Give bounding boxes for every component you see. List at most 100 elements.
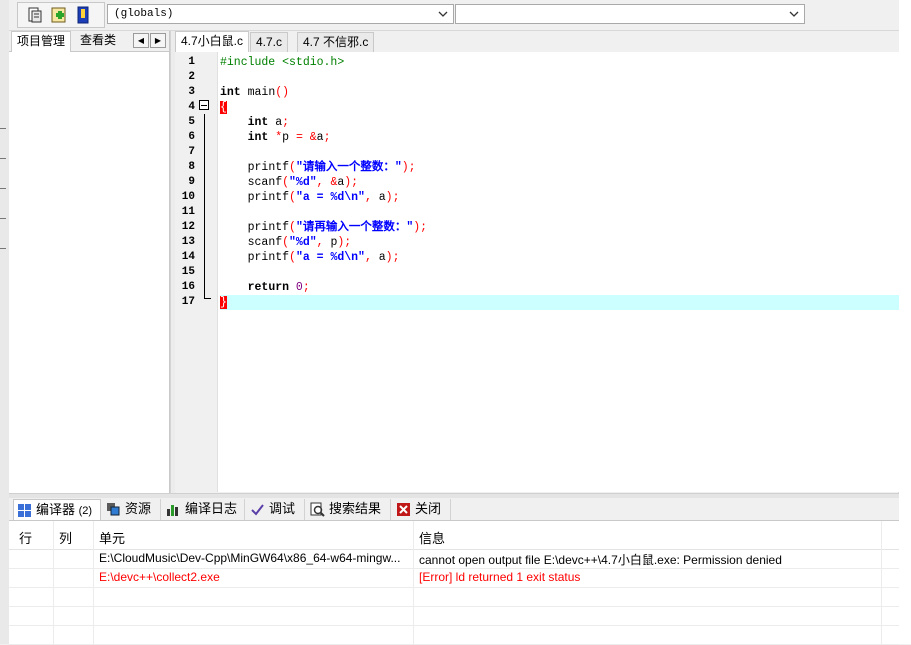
line-number: 14 (181, 251, 195, 263)
chevron-down-icon (789, 11, 799, 17)
tab-label: 4.7.c (256, 35, 283, 49)
cell-unit: E:\CloudMusic\Dev-Cpp\MinGW64\x86_64-w64… (99, 551, 401, 565)
project-tree[interactable] (9, 52, 168, 495)
tab-close[interactable]: 关闭 (393, 499, 451, 520)
tab-label: 关闭 (415, 501, 442, 516)
table-row[interactable]: E:\devc++\collect2.exe [Error] ld return… (9, 568, 899, 588)
code-token: 0 (289, 281, 303, 294)
code-token: scanf (247, 236, 283, 249)
code-token: , (364, 251, 379, 264)
tab-label: 调试 (269, 501, 296, 516)
scope-combo[interactable]: (globals) (107, 4, 454, 24)
code-line: int *p = &a; (220, 130, 899, 145)
code-token: ( (282, 176, 290, 189)
tab-debug[interactable]: 调试 (247, 499, 305, 520)
close-icon (397, 503, 410, 516)
code-token: int (247, 116, 269, 129)
code-token: ( (289, 221, 296, 234)
tab-label: 编译日志 (185, 501, 238, 516)
code-token: "a = %d\n" (295, 251, 365, 264)
line-number: 7 (188, 146, 195, 158)
fold-line (204, 114, 205, 298)
code-line-current: } (220, 295, 899, 310)
code-token: ( (289, 191, 296, 204)
line-number: 6 (188, 131, 195, 143)
toolbar-button-group (17, 2, 105, 28)
table-row[interactable]: E:\CloudMusic\Dev-Cpp\MinGW64\x86_64-w64… (9, 549, 899, 569)
column-header-message[interactable]: 信息 (419, 528, 445, 547)
code-token: ); (401, 161, 416, 174)
tab-scroll-left-button[interactable]: ◀ (133, 33, 149, 48)
line-number: 10 (181, 191, 195, 203)
code-editor[interactable]: 1 2 3 4 5 6 7 8 9 10 11 12 13 14 15 16 1… (175, 52, 899, 492)
insert-code-icon[interactable] (50, 6, 68, 24)
tab-class-view[interactable]: 查看类 (75, 31, 121, 51)
column-header-line[interactable]: 行 (19, 528, 32, 547)
tab-search-results[interactable]: 搜索结果 (307, 499, 391, 520)
cell-message: [Error] ld returned 1 exit status (419, 570, 581, 584)
code-token: ( (289, 251, 296, 264)
code-token: a (316, 131, 324, 144)
tab-resources[interactable]: 资源 (103, 499, 161, 520)
code-line: { (220, 100, 899, 115)
code-token: a (268, 116, 283, 129)
line-number: 15 (181, 266, 195, 278)
code-line: int main() (220, 85, 899, 100)
code-token: main (240, 86, 276, 99)
table-header: 行 列 单元 信息 (9, 521, 899, 550)
bookmark-icon[interactable] (74, 6, 92, 24)
code-token: ); (344, 176, 359, 189)
code-token: ( (289, 161, 296, 174)
code-token: a (378, 191, 386, 204)
tab-scroll-right-button[interactable]: ▶ (150, 33, 166, 48)
fold-collapse-icon[interactable] (199, 100, 209, 110)
line-number: 4 (188, 101, 195, 113)
check-icon (251, 504, 264, 516)
code-line: printf("a = %d\n", a); (220, 250, 899, 265)
code-line: #include <stdio.h> (220, 55, 899, 70)
tab-compiler[interactable]: 编译器 (2) (13, 499, 101, 520)
code-line: return 0; (220, 280, 899, 295)
code-token: ; (323, 131, 331, 144)
background-mark (0, 188, 6, 189)
line-number: 9 (188, 176, 195, 188)
fold-line-end (204, 298, 211, 299)
tab-file-main[interactable]: 4.7小白鼠.c (175, 31, 250, 53)
compiler-messages-table[interactable]: 行 列 单元 信息 E:\CloudMusic\Dev-Cpp\MinGW64\… (9, 521, 899, 645)
code-token: "%d" (289, 236, 317, 249)
class-browser-icon[interactable] (26, 6, 44, 24)
line-number: 1 (188, 56, 195, 68)
line-number: 17 (181, 296, 195, 308)
grid-icon (18, 504, 31, 517)
background-mark (0, 248, 6, 249)
code-token: ); (385, 191, 400, 204)
tab-label: 编译器 (36, 502, 76, 517)
bottom-panel-tabs: 编译器 (2) 资源 编译日志 调试 搜索结果 关闭 (9, 498, 899, 521)
code-line: int a; (220, 115, 899, 130)
code-token: "请再输入一个整数：" (295, 221, 414, 234)
column-header-unit[interactable]: 单元 (99, 528, 125, 547)
line-number: 11 (181, 206, 195, 218)
code-line: scanf("%d", p); (220, 235, 899, 250)
code-token: ); (385, 251, 400, 264)
tab-file-second[interactable]: 4.7.c (250, 32, 289, 52)
scope-combo-value: (globals) (114, 8, 174, 20)
tab-file-third[interactable]: 4.7 不信邪.c (297, 32, 375, 52)
background-mark (0, 218, 6, 219)
column-header-column[interactable]: 列 (59, 528, 72, 547)
line-number: 13 (181, 236, 195, 248)
tab-label: 4.7小白鼠.c (181, 34, 244, 48)
code-area[interactable]: #include <stdio.h> int main() { int a; i… (220, 52, 899, 492)
line-number: 5 (188, 116, 195, 128)
code-token: = & (295, 131, 317, 144)
code-token: a (378, 251, 386, 264)
tab-project-manager[interactable]: 项目管理 (11, 31, 72, 52)
symbol-combo[interactable] (455, 4, 805, 24)
code-token: ; (282, 116, 290, 129)
code-token: ( (282, 236, 290, 249)
magnifier-icon (310, 502, 325, 517)
background-mark (0, 128, 6, 129)
code-token: , (364, 191, 379, 204)
table-row-empty (9, 625, 899, 645)
tab-compile-log[interactable]: 编译日志 (163, 499, 245, 520)
